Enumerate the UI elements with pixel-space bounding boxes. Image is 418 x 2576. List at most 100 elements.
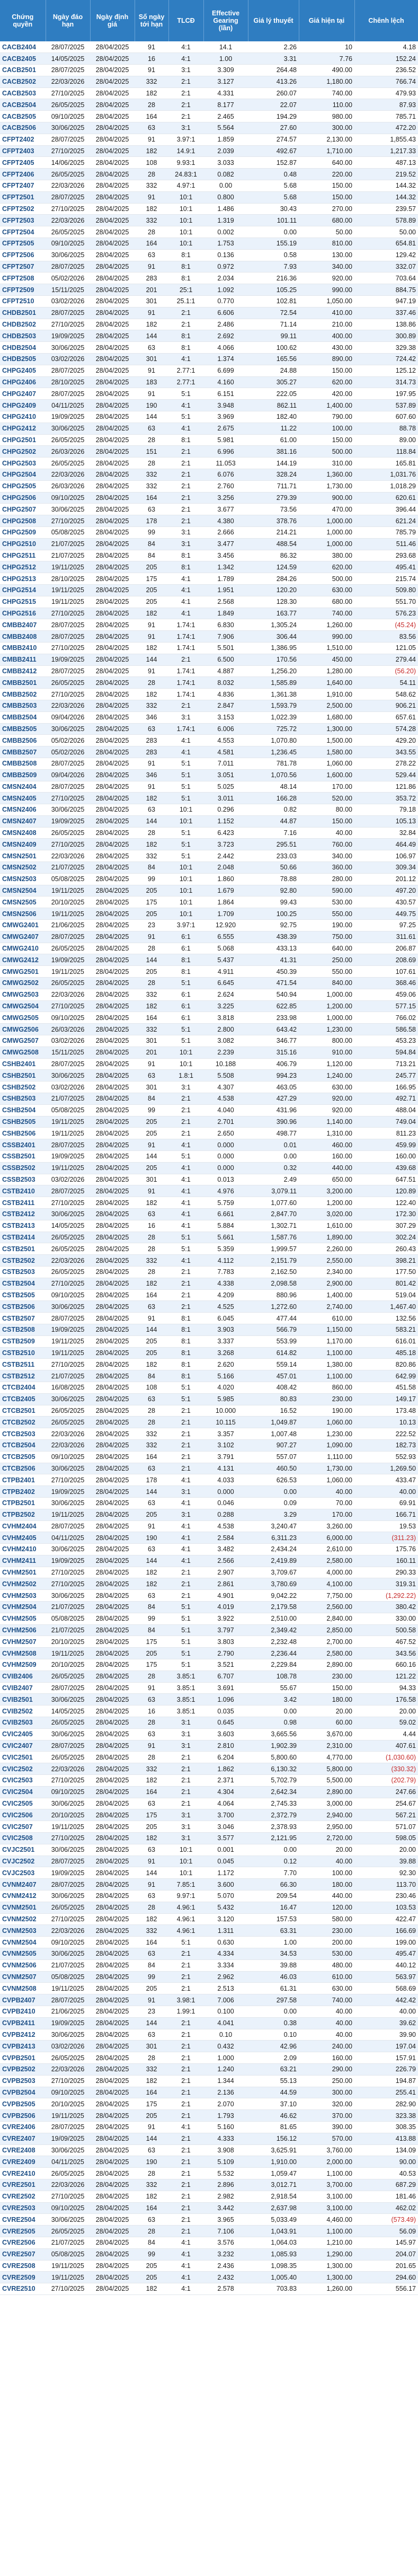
col-conversion-ratio-cell: 8:1 xyxy=(168,561,203,574)
table-row: CVIC2506 20/10/2025 28/04/2025 175 3:1 3.700 2… xyxy=(0,1809,418,1822)
col-valuation-date-cell: 28/04/2025 xyxy=(90,1543,135,1555)
col-conversion-ratio-cell: 2:1 xyxy=(168,1093,203,1105)
col-effective-gearing-cell: 6.661 xyxy=(203,1208,248,1220)
col-days-to-maturity-cell: 164 xyxy=(135,1936,168,1948)
table-row: CACB2501 28/07/2025 28/04/2025 91 3:1 3.309 26… xyxy=(0,64,418,76)
col-theoretical-price-cell: 781.78 xyxy=(248,758,299,770)
col-current-price-cell: 3,020.00 xyxy=(299,1208,354,1220)
col-valuation-date-cell: 28/04/2025 xyxy=(90,711,135,724)
col-theoretical-price-cell: 1,007.48 xyxy=(248,1428,299,1440)
col-conversion-ratio-cell: 2:1 xyxy=(168,654,203,666)
col-warrant-code-cell: CVJC2502 xyxy=(0,1856,46,1868)
col-days-to-maturity-cell: 84 xyxy=(135,1093,168,1105)
col-current-price-cell: 620.00 xyxy=(299,561,354,574)
col-effective-gearing-cell: 1.679 xyxy=(203,885,248,897)
col-current-price-cell: 100.00 xyxy=(299,1867,354,1879)
table-row: CACB2405 14/05/2025 28/04/2025 16 4:1 1.00 3.3… xyxy=(0,52,418,65)
table-row: CHPG2501 26/05/2025 28/04/2025 28 8:1 5.981 61… xyxy=(0,434,418,446)
col-effective-gearing-cell: 5.759 xyxy=(203,1197,248,1209)
col-current-price-cell: 190.00 xyxy=(299,1405,354,1417)
col-maturity-date-cell: 28/07/2025 xyxy=(46,2121,90,2133)
col-maturity-date-cell: 21/07/2025 xyxy=(46,861,90,874)
col-days-to-maturity-cell: 28 xyxy=(135,943,168,955)
col-days-to-maturity-cell: 99 xyxy=(135,1971,168,1983)
col-warrant-code-cell: CVNM2502 xyxy=(0,1913,46,1926)
col-effective-gearing-cell: 6.707 xyxy=(203,1671,248,1683)
col-warrant-code-cell: CSTB2414 xyxy=(0,1232,46,1244)
col-theoretical-price-cell: 2,229.84 xyxy=(248,1659,299,1671)
col-conversion-ratio-cell: 2:1 xyxy=(168,2156,203,2168)
col-valuation-date-cell: 28/04/2025 xyxy=(90,596,135,608)
col-current-price-cell: 640.00 xyxy=(299,943,354,955)
col-theoretical-price-cell: 100.62 xyxy=(248,341,299,354)
table-row: CMSN2503 05/08/2025 28/04/2025 99 10:1 1.860 7… xyxy=(0,873,418,885)
col-difference-cell: 39.88 xyxy=(354,1856,418,1868)
col-effective-gearing-cell: 0.100 xyxy=(203,2006,248,2018)
table-row: CFPT2507 28/07/2025 28/04/2025 91 8:1 0.972 7.… xyxy=(0,261,418,273)
col-days-to-maturity-cell: 301 xyxy=(135,353,168,365)
col-valuation-date-cell: 28/04/2025 xyxy=(90,2213,135,2226)
col-difference-cell: (202.79) xyxy=(354,1774,418,1787)
col-difference-cell: 568.69 xyxy=(354,1982,418,1995)
col-maturity-date-cell: 19/11/2025 xyxy=(46,1347,90,1359)
col-maturity-date-cell: 14/05/2025 xyxy=(46,1705,90,1718)
col-effective-gearing-cell: 1.092 xyxy=(203,284,248,296)
col-days-to-maturity-cell: 175 xyxy=(135,2098,168,2111)
col-days-to-maturity-cell: 182 xyxy=(135,838,168,851)
col-conversion-ratio-cell: 4:1 xyxy=(168,1497,203,1509)
table-row: CMBB2410 27/10/2025 28/04/2025 182 1.74:1 5.5… xyxy=(0,642,418,654)
col-effective-gearing-cell: 3.922 xyxy=(203,1613,248,1625)
col-maturity-date-cell: 15/11/2025 xyxy=(46,284,90,296)
col-theoretical-price-cell: 233.98 xyxy=(248,1012,299,1024)
col-maturity-date-cell: 27/10/2025 xyxy=(46,792,90,805)
col-effective-gearing-cell: 2.624 xyxy=(203,989,248,1001)
col-days-to-maturity-cell: 144 xyxy=(135,1324,168,1336)
col-current-price-cell: 1,170.00 xyxy=(299,1335,354,1348)
table-row: CVRE2408 30/06/2025 28/04/2025 63 2:1 3.908 3,… xyxy=(0,2144,418,2157)
col-days-to-maturity-cell: 332 xyxy=(135,1428,168,1440)
col-difference-cell: 290.33 xyxy=(354,1567,418,1579)
col-theoretical-price-cell: 5,702.79 xyxy=(248,1774,299,1787)
col-effective-gearing-cell: 6.699 xyxy=(203,365,248,377)
col-effective-gearing-cell: 0.000 xyxy=(203,1139,248,1151)
col-conversion-ratio-cell: 10:1 xyxy=(168,1856,203,1868)
col-theoretical-price-cell: 39.88 xyxy=(248,1959,299,1972)
col-conversion-ratio-cell: 2:1 xyxy=(168,1578,203,1590)
col-valuation-date-cell: 28/04/2025 xyxy=(90,1624,135,1637)
table-row: CVIB2502 14/05/2025 28/04/2025 16 3.85:1 0.03… xyxy=(0,1705,418,1718)
col-warrant-code-cell: CTPB2502 xyxy=(0,1509,46,1521)
table-row: CVRE2503 09/10/2025 28/04/2025 164 2:1 3.442 2… xyxy=(0,2202,418,2214)
col-valuation-date-cell: 28/04/2025 xyxy=(90,1913,135,1926)
col-valuation-date-cell: 28/04/2025 xyxy=(90,1497,135,1509)
col-difference-cell: 157.91 xyxy=(354,2052,418,2064)
table-row: CHPG2503 26/05/2025 28/04/2025 28 2:1 11.053 1… xyxy=(0,457,418,469)
col-days-to-maturity-cell: 182 xyxy=(135,1832,168,1844)
col-conversion-ratio-cell: 7.85:1 xyxy=(168,1878,203,1891)
col-valuation-date-cell: 28/04/2025 xyxy=(90,838,135,851)
table-row: CTCB2404 16/08/2025 28/04/2025 108 5:1 4.020 4… xyxy=(0,1382,418,1394)
col-maturity-date-cell: 28/07/2025 xyxy=(46,1139,90,1151)
col-conversion-ratio-cell: 8:1 xyxy=(168,1358,203,1371)
col-current-price-cell: 1,300.00 xyxy=(299,723,354,735)
table-row: CACB2503 27/10/2025 28/04/2025 182 2:1 4.331 2… xyxy=(0,87,418,100)
col-effective-gearing-cell: 2.982 xyxy=(203,2191,248,2203)
col-days-to-maturity-cell: 16 xyxy=(135,1220,168,1232)
table-row: CFPT2510 03/02/2026 28/04/2025 301 25.1:1 0.7… xyxy=(0,295,418,307)
col-difference-cell: 433.47 xyxy=(354,1474,418,1487)
table-row: CVHM2502 27/10/2025 28/04/2025 182 2:1 2.861 3… xyxy=(0,1578,418,1590)
col-valuation-date-cell: 28/04/2025 xyxy=(90,1162,135,1174)
col-conversion-ratio-cell: 10:1 xyxy=(168,908,203,920)
col-days-to-maturity-cell: 205 xyxy=(135,885,168,897)
table-row: CMWG2504 27/10/2025 28/04/2025 182 6:1 3.225 6… xyxy=(0,1000,418,1013)
table-row: CVNM2508 19/11/2025 28/04/2025 205 2:1 2.513 6… xyxy=(0,1982,418,1995)
col-current-price-cell: 1,000.00 xyxy=(299,989,354,1001)
col-theoretical-price-cell: 0.00 xyxy=(248,226,299,239)
col-difference-cell: 20.00 xyxy=(354,1844,418,1856)
col-theoretical-price-cell: 30.43 xyxy=(248,203,299,215)
col-maturity-date-cell: 22/03/2026 xyxy=(46,1439,90,1452)
col-difference-cell: 166.95 xyxy=(354,1081,418,1094)
col-effective-gearing-cell: 8.032 xyxy=(203,676,248,689)
col-difference-cell: 451.58 xyxy=(354,1382,418,1394)
col-conversion-ratio-cell: 2:1 xyxy=(168,1416,203,1429)
col-current-price-cell: 180.00 xyxy=(299,1878,354,1891)
